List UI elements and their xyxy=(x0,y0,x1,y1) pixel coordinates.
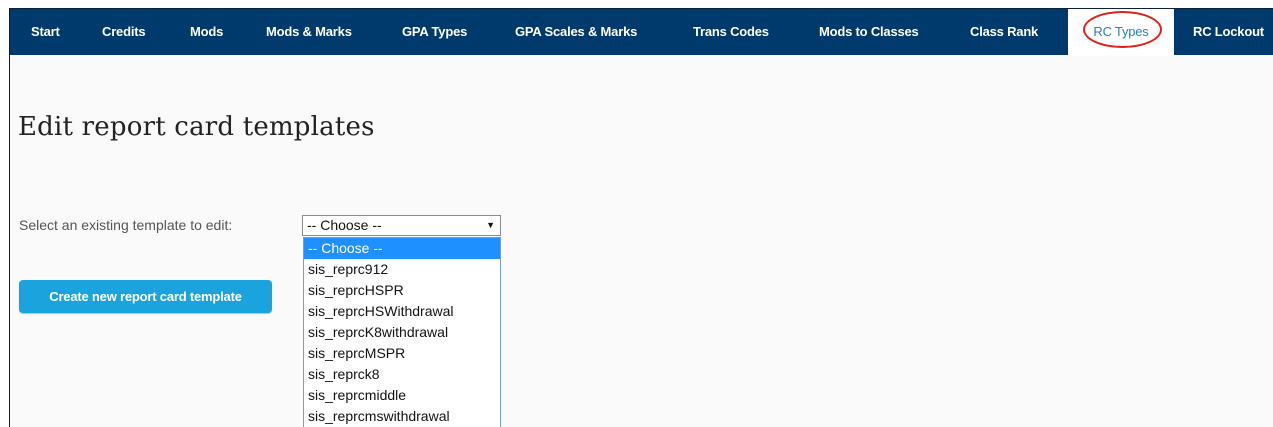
app-frame: Start Credits Mods Mods & Marks GPA Type… xyxy=(9,8,1273,427)
page-title: Edit report card templates xyxy=(18,112,375,142)
nav-tab-class-rank[interactable]: Class Rank xyxy=(970,9,1038,55)
dropdown-option[interactable]: sis_reprcHSWithdrawal xyxy=(304,301,500,322)
dropdown-option[interactable]: -- Choose -- xyxy=(304,238,500,259)
nav-tab-start[interactable]: Start xyxy=(31,9,60,55)
template-select-value: -- Choose -- xyxy=(307,217,382,233)
nav-tab-gpa-scales-and-marks[interactable]: GPA Scales & Marks xyxy=(515,9,637,55)
nav-tab-rc-types[interactable]: RC Types xyxy=(1068,9,1174,56)
dropdown-option[interactable]: sis_reprcmswithdrawal xyxy=(304,406,500,427)
dropdown-option[interactable]: sis_reprcHSPR xyxy=(304,280,500,301)
window-top-strip xyxy=(0,0,1273,8)
nav-tab-trans-codes[interactable]: Trans Codes xyxy=(693,9,769,55)
nav-tab-mods-and-marks[interactable]: Mods & Marks xyxy=(266,9,352,55)
dropdown-option[interactable]: sis_reprc912 xyxy=(304,259,500,280)
nav-tab-mods-to-classes[interactable]: Mods to Classes xyxy=(819,9,919,55)
dropdown-arrow-icon: ▼ xyxy=(486,220,495,230)
template-select[interactable]: -- Choose -- ▼ xyxy=(302,215,501,236)
top-nav-bar: Start Credits Mods Mods & Marks GPA Type… xyxy=(10,8,1273,56)
nav-tab-gpa-types[interactable]: GPA Types xyxy=(402,9,467,55)
dropdown-option[interactable]: sis_reprcK8withdrawal xyxy=(304,322,500,343)
dropdown-option[interactable]: sis_reprcmiddle xyxy=(304,385,500,406)
nav-tab-mods[interactable]: Mods xyxy=(190,9,223,55)
template-dropdown-list[interactable]: -- Choose -- sis_reprc912 sis_reprcHSPR … xyxy=(303,237,501,427)
template-select-label: Select an existing template to edit: xyxy=(19,217,233,233)
create-template-button[interactable]: Create new report card template xyxy=(19,280,272,313)
nav-tab-rc-lockout[interactable]: RC Lockout xyxy=(1193,9,1264,55)
nav-tab-credits[interactable]: Credits xyxy=(102,9,146,55)
dropdown-option[interactable]: sis_reprck8 xyxy=(304,364,500,385)
dropdown-option[interactable]: sis_reprcMSPR xyxy=(304,343,500,364)
